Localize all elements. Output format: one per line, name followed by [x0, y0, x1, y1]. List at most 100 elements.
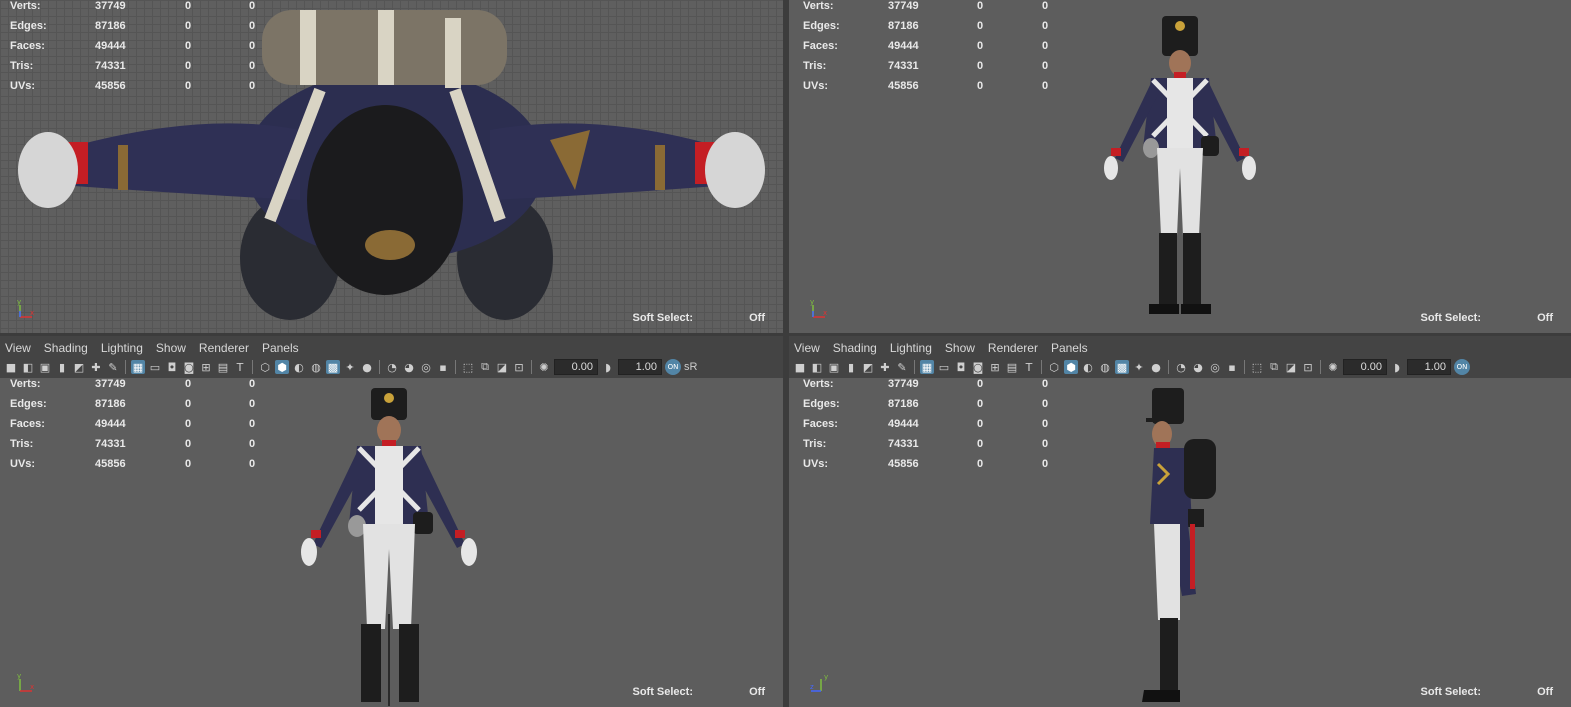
character-side-view[interactable] [1134, 384, 1224, 706]
soft-select-status: Soft Select: Off [1371, 312, 1571, 326]
safe-title-icon[interactable]: T [233, 360, 247, 374]
menu-renderer[interactable]: Renderer [194, 338, 257, 358]
menu-lighting[interactable]: Lighting [885, 338, 940, 358]
use-lights-icon[interactable]: ✦ [1132, 360, 1146, 374]
view-transform-label[interactable]: sR [684, 361, 697, 373]
wireframe-on-shaded-icon[interactable]: ◍ [1098, 360, 1112, 374]
color-management-toggle-icon[interactable]: ON [665, 359, 681, 375]
menu-view[interactable]: View [789, 338, 828, 358]
default-material-icon[interactable]: ◐ [292, 360, 306, 374]
gamma-icon[interactable]: ◗ [1390, 360, 1404, 374]
motion-blur-icon[interactable]: ◕ [1191, 360, 1205, 374]
viewport-top[interactable]: Verts: 37749 0 0 Edges: 87186 0 0 Faces: 49444 0… [0, 0, 783, 333]
gate-mask-icon[interactable]: ◙ [182, 360, 196, 374]
wireframe-icon[interactable]: ⬡ [258, 360, 272, 374]
xray-joints-icon[interactable]: ◪ [1284, 360, 1298, 374]
character-front-view[interactable] [295, 384, 485, 706]
anti-aliasing-icon[interactable]: ◎ [1208, 360, 1222, 374]
menu-panels[interactable]: Panels [1046, 338, 1096, 358]
xray-joints-icon[interactable]: ◪ [495, 360, 509, 374]
toolbar-separator [455, 360, 456, 374]
menu-panels[interactable]: Panels [257, 338, 307, 358]
gamma-field[interactable]: 1.00 [618, 359, 662, 375]
soft-select-value: Off [1537, 686, 1553, 698]
hud-value: 0 [1042, 378, 1049, 390]
menu-shading[interactable]: Shading [39, 338, 96, 358]
depth-of-field-icon[interactable]: ▪ [1225, 360, 1239, 374]
smooth-shade-icon[interactable]: ⬢ [1064, 360, 1078, 374]
xray-active-icon[interactable]: ⊡ [1301, 360, 1315, 374]
2d-pan-zoom-icon[interactable]: ✚ [878, 360, 892, 374]
menu-show[interactable]: Show [151, 338, 194, 358]
textured-icon[interactable]: ▩ [326, 360, 340, 374]
textured-icon[interactable]: ▩ [1115, 360, 1129, 374]
safe-action-icon[interactable]: ▤ [216, 360, 230, 374]
image-plane-icon[interactable]: ◩ [72, 360, 86, 374]
film-gate-icon[interactable]: ▭ [937, 360, 951, 374]
viewport-persp[interactable]: Verts: 37749 0 0 Edges: 87186 0 0 Faces: 49444 0… [789, 0, 1571, 333]
character-top-view[interactable] [0, 0, 783, 333]
field-chart-icon[interactable]: ⊞ [988, 360, 1002, 374]
exposure-field[interactable]: 0.00 [1343, 359, 1387, 375]
menu-view[interactable]: View [0, 338, 39, 358]
wireframe-icon[interactable]: ⬡ [1047, 360, 1061, 374]
anti-aliasing-icon[interactable]: ◎ [419, 360, 433, 374]
xray-active-icon[interactable]: ⊡ [512, 360, 526, 374]
exposure-field[interactable]: 0.00 [554, 359, 598, 375]
screen-space-ao-icon[interactable]: ◔ [1174, 360, 1188, 374]
screen-space-ao-icon[interactable]: ◔ [385, 360, 399, 374]
depth-of-field-icon[interactable]: ▪ [436, 360, 450, 374]
menu-lighting[interactable]: Lighting [96, 338, 151, 358]
shadows-icon[interactable]: ● [1149, 360, 1163, 374]
resolution-gate-icon[interactable]: ◘ [165, 360, 179, 374]
xray-icon[interactable]: ⧉ [478, 360, 492, 374]
bookmark-icon[interactable]: ▮ [844, 360, 858, 374]
shadows-icon[interactable]: ● [360, 360, 374, 374]
hud-label-edges: Edges: [803, 398, 840, 410]
motion-blur-icon[interactable]: ◕ [402, 360, 416, 374]
menu-show[interactable]: Show [940, 338, 983, 358]
field-chart-icon[interactable]: ⊞ [199, 360, 213, 374]
hud-value: 0 [977, 80, 984, 92]
film-gate-icon[interactable]: ▭ [148, 360, 162, 374]
viewport-front[interactable]: Verts: 37749 0 0 Edges: 87186 0 0 Faces: 49444 0… [0, 378, 783, 707]
safe-action-icon[interactable]: ▤ [1005, 360, 1019, 374]
resolution-gate-icon[interactable]: ◘ [954, 360, 968, 374]
hud-label-uvs: UVs: [803, 80, 829, 92]
safe-title-icon[interactable]: T [1022, 360, 1036, 374]
hud-value: 0 [1042, 0, 1049, 12]
gate-mask-icon[interactable]: ◙ [971, 360, 985, 374]
default-material-icon[interactable]: ◐ [1081, 360, 1095, 374]
smooth-shade-icon[interactable]: ⬢ [275, 360, 289, 374]
exposure-icon[interactable]: ✺ [1326, 360, 1340, 374]
isolate-select-icon[interactable]: ⬚ [1250, 360, 1264, 374]
viewport-side[interactable]: Verts: 37749 0 0 Edges: 87186 0 0 Faces: 49444 0… [789, 378, 1571, 707]
menu-renderer[interactable]: Renderer [983, 338, 1046, 358]
grease-pencil-icon[interactable]: ✎ [106, 360, 120, 374]
grease-pencil-icon[interactable]: ✎ [895, 360, 909, 374]
character-front-view[interactable] [1089, 8, 1269, 320]
2d-pan-zoom-icon[interactable]: ✚ [89, 360, 103, 374]
isolate-select-icon[interactable]: ⬚ [461, 360, 475, 374]
camera-icon[interactable]: ■ [793, 360, 807, 374]
camera-attributes-icon[interactable]: ▣ [38, 360, 52, 374]
camera-icon[interactable]: ■ [4, 360, 18, 374]
color-management-toggle-icon[interactable]: ON [1454, 359, 1470, 375]
grid-icon[interactable]: ▦ [920, 360, 934, 374]
camera-lock-icon[interactable]: ◧ [810, 360, 824, 374]
toolbar-separator [914, 360, 915, 374]
menu-shading[interactable]: Shading [828, 338, 885, 358]
gamma-field[interactable]: 1.00 [1407, 359, 1451, 375]
hud-value: 0 [1042, 40, 1049, 52]
exposure-icon[interactable]: ✺ [537, 360, 551, 374]
camera-attributes-icon[interactable]: ▣ [827, 360, 841, 374]
camera-lock-icon[interactable]: ◧ [21, 360, 35, 374]
xray-icon[interactable]: ⧉ [1267, 360, 1281, 374]
hud-value: 0 [1042, 418, 1049, 430]
grid-icon[interactable]: ▦ [131, 360, 145, 374]
bookmark-icon[interactable]: ▮ [55, 360, 69, 374]
use-lights-icon[interactable]: ✦ [343, 360, 357, 374]
wireframe-on-shaded-icon[interactable]: ◍ [309, 360, 323, 374]
image-plane-icon[interactable]: ◩ [861, 360, 875, 374]
gamma-icon[interactable]: ◗ [601, 360, 615, 374]
